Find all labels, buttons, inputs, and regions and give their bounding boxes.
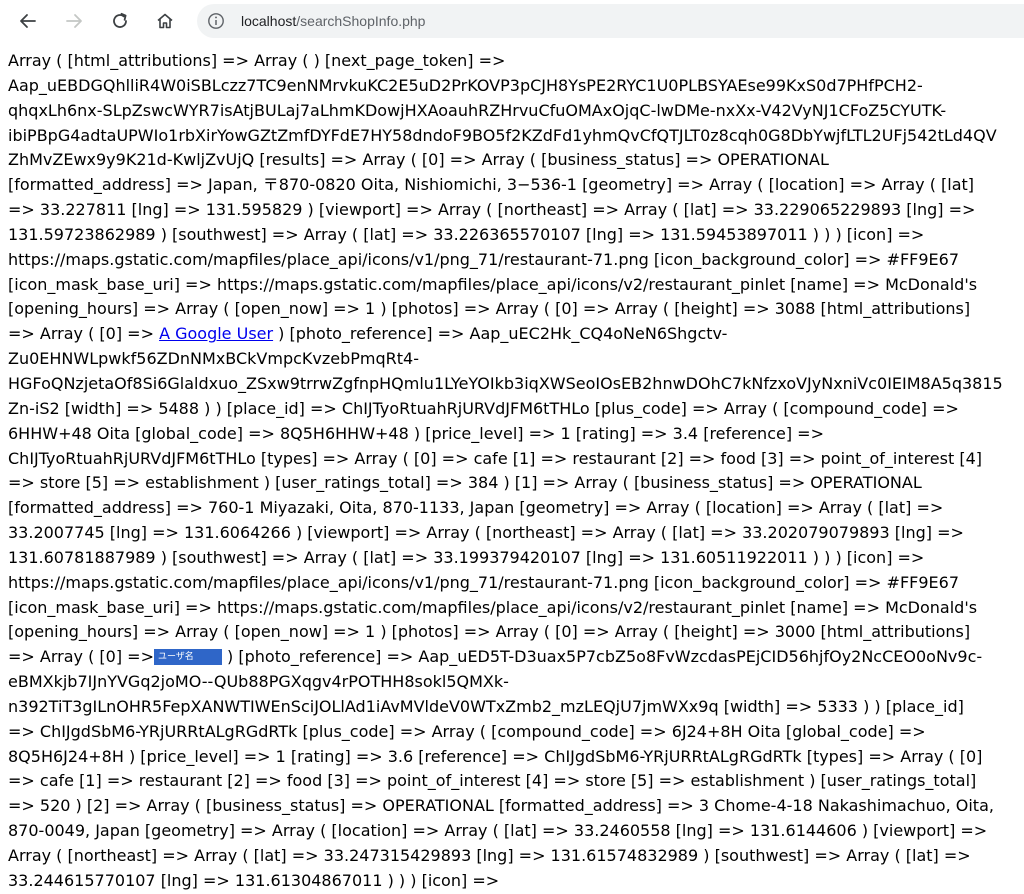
dump-text: => Array ( [0] => — [8, 324, 160, 344]
info-icon[interactable] — [207, 12, 225, 30]
dump-text: => Array ( [0] => — [8, 647, 154, 667]
dump-line: eBMXkjb7IJnYVGq2joMO--QUb88PGXqgv4rPOTHH… — [8, 672, 509, 692]
dump-line: Zn-iS2 [width] => 5488 ) ) [place_id] =>… — [8, 398, 959, 418]
arrow-right-icon — [66, 14, 82, 28]
home-button[interactable] — [149, 5, 181, 37]
dump-line: 33.244615770107 [lng] => 131.61304867011… — [8, 870, 500, 890]
dump-line: Zu0EHNWLpwkf56ZDnNMxBCkVmpcKvzebPmqRt4- — [8, 349, 419, 369]
back-button[interactable] — [12, 5, 44, 37]
dump-line: [icon_mask_base_uri] => https://maps.gst… — [8, 597, 978, 617]
php-array-dump: Array ( [html_attributions] => Array ( )… — [8, 49, 1024, 894]
dump-line: => store [5] => establishment ) [user_ra… — [8, 473, 922, 493]
url-host: localhost — [241, 13, 297, 29]
dump-line: => cafe [1] => restaurant [2] => food [3… — [8, 771, 977, 791]
dump-text: ) [photo_reference] => Aap_uED5T-D3uax5P… — [221, 647, 983, 667]
dump-line: 33.2007745 [lng] => 131.6064266 ) [viewp… — [8, 523, 964, 543]
dump-line: qhqxLh6nx-SLpZswcWYR7isAtjBULaj7aLhmKDow… — [8, 100, 947, 120]
dump-line: ChIJTyoRtuahRjURVdJFM6tTHLo [types] => A… — [8, 448, 983, 468]
dump-line: ZhMvZEwx9y9K21d-KwljZvUjQ [results] => A… — [8, 150, 829, 170]
dump-line: HGFoQNzjetaOf8Si6Glaldxuo_ZSxw9trrwZgfnp… — [8, 373, 1003, 393]
dump-line: [opening_hours] => Array ( [open_now] =>… — [8, 299, 971, 319]
dump-line: Aap_uEBDGQhlliR4W0iSBLczz7TC9enNMrvkuKC2… — [8, 75, 923, 95]
page-content: Array ( [html_attributions] => Array ( )… — [0, 43, 1024, 894]
username-redaction-chip[interactable]: ユーザ名 — [153, 648, 222, 665]
dump-line: 870-0049, Japan [geometry] => Array ( [l… — [8, 821, 988, 841]
dump-line: 131.60781887989 ) [southwest] => Array (… — [8, 547, 925, 567]
dump-line: n392TiT3gILnOHR5FepXANWTIWEnSciJOLlAd1iA… — [8, 696, 964, 716]
dump-line: => 33.227811 [lng] => 131.595829 ) [view… — [8, 200, 976, 220]
dump-line: 6HHW+48 Oita [global_code] => 8Q5H6HHW+4… — [8, 423, 824, 443]
reload-icon — [113, 12, 127, 28]
dump-line: Array ( [html_attributions] => Array ( )… — [8, 51, 506, 70]
dump-text: ) [photo_reference] => Aap_uEC2Hk_CQ4oNe… — [273, 324, 728, 344]
reload-button[interactable] — [104, 5, 136, 37]
dump-line: => 520 ) [2] => Array ( [business_status… — [8, 796, 994, 816]
dump-line: ibiPBpG4adtaUPWIo1rbXirYowGZtZmfDYFdE7HY… — [8, 125, 997, 145]
address-bar[interactable]: localhost/searchShopInfo.php — [197, 4, 1024, 38]
forward-button[interactable] — [58, 5, 90, 37]
google-user-link[interactable]: A Google User — [159, 324, 273, 343]
dump-line: 131.59723862989 ) [southwest] => Array (… — [8, 224, 925, 244]
dump-line: [formatted_address] => Japan, 〒870-0820 … — [8, 175, 975, 195]
dump-line-with-chip: => Array ( [0] => ユーザ名 ) [photo_reference… — [8, 645, 1024, 670]
dump-line: [icon_mask_base_uri] => https://maps.gst… — [8, 274, 978, 294]
dump-line: https://maps.gstatic.com/mapfiles/place_… — [8, 572, 959, 592]
arrow-left-icon — [20, 14, 36, 28]
url-text[interactable]: localhost/searchShopInfo.php — [241, 12, 425, 30]
url-path: /searchShopInfo.php — [296, 13, 426, 29]
dump-line-with-link: => Array ( [0] => A Google User ) [photo… — [8, 322, 1024, 347]
dump-line: 8Q5H6J24+8H ) [price_level] => 1 [rating… — [8, 746, 983, 766]
dump-line: [opening_hours] => Array ( [open_now] =>… — [8, 622, 971, 642]
dump-line: [formatted_address] => 760-1 Miyazaki, O… — [8, 498, 944, 518]
home-icon — [157, 13, 173, 29]
dump-line: => ChIJgdSbM6-YRjURRtALgRGdRTk [plus_cod… — [8, 721, 926, 741]
dump-line: Array ( [northeast] => Array ( [lat] => … — [8, 846, 971, 865]
dump-line: https://maps.gstatic.com/mapfiles/place_… — [8, 249, 959, 269]
browser-toolbar: localhost/searchShopInfo.php — [0, 0, 1024, 43]
